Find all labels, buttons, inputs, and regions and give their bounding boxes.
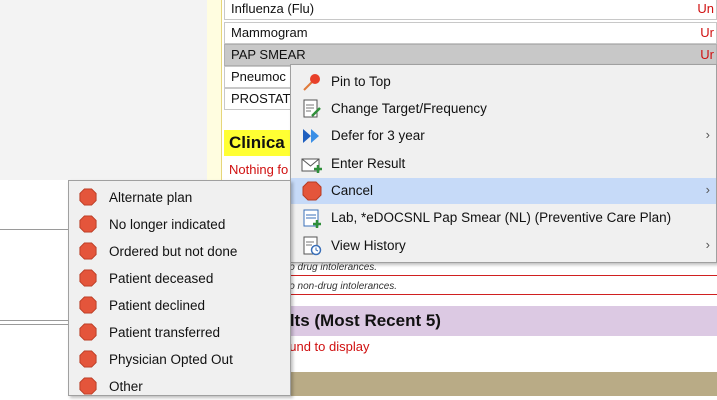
menu-item-label: View History xyxy=(331,238,406,253)
results-empty-text: ound to display xyxy=(282,339,370,354)
submenu-item-label: Ordered but not done xyxy=(109,244,238,259)
cancel-reason-submenu: Alternate plan No longer indicated Order… xyxy=(68,180,291,396)
submenu-item-physician-opted-out[interactable]: Physician Opted Out xyxy=(69,346,290,373)
clinical-section-header: Clinica xyxy=(224,130,296,156)
lab-order-icon xyxy=(301,208,323,228)
stop-icon xyxy=(79,188,99,208)
context-menu: Pin to Top Change Target/Frequency Defer… xyxy=(290,64,717,263)
drug-intolerance-text: No drug intolerances. xyxy=(282,262,378,273)
menu-item-label: Pin to Top xyxy=(331,74,391,89)
list-item-status: Ur xyxy=(700,47,714,62)
fast-forward-icon xyxy=(301,126,323,146)
submenu-item-label: Other xyxy=(109,379,143,394)
submenu-item-label: Physician Opted Out xyxy=(109,352,233,367)
stop-icon xyxy=(79,323,99,343)
list-item-name: Influenza (Flu) xyxy=(231,1,315,16)
allergy-divider xyxy=(282,294,717,295)
stop-icon xyxy=(79,242,99,262)
results-section-header: sults (Most Recent 5) xyxy=(270,306,717,336)
menu-item-pin-to-top[interactable]: Pin to Top xyxy=(291,69,716,95)
divider-line xyxy=(0,229,70,230)
menu-item-lab-order[interactable]: Lab, *eDOCSNL Pap Smear (NL) (Preventive… xyxy=(291,205,716,231)
submenu-item-label: Patient transferred xyxy=(109,325,221,340)
left-pane xyxy=(0,0,208,180)
menu-item-defer[interactable]: Defer for 3 year › xyxy=(291,123,716,149)
submenu-item-label: Patient deceased xyxy=(109,271,214,286)
menu-item-label: Enter Result xyxy=(331,156,406,171)
stop-icon xyxy=(301,181,323,201)
submenu-item-patient-declined[interactable]: Patient declined xyxy=(69,292,290,319)
submenu-item-patient-deceased[interactable]: Patient deceased xyxy=(69,265,290,292)
pin-icon xyxy=(301,72,323,92)
list-item-name: PROSTAT xyxy=(231,91,291,106)
submenu-arrow-icon: › xyxy=(705,237,710,252)
menu-item-label: Cancel xyxy=(331,183,374,198)
stop-icon xyxy=(79,350,99,370)
stop-icon xyxy=(79,269,99,289)
submenu-item-patient-transferred[interactable]: Patient transferred xyxy=(69,319,290,346)
submenu-item-label: Alternate plan xyxy=(109,190,193,205)
submenu-item-no-longer-indicated[interactable]: No longer indicated xyxy=(69,211,290,238)
list-item-influenza[interactable]: Influenza (Flu) Un xyxy=(224,0,717,20)
divider-line xyxy=(0,320,70,321)
menu-item-view-history[interactable]: View History › xyxy=(291,233,716,259)
submenu-item-label: No longer indicated xyxy=(109,217,226,232)
menu-item-change-target[interactable]: Change Target/Frequency xyxy=(291,96,716,122)
submenu-arrow-icon: › xyxy=(705,182,710,197)
list-item-status: Ur xyxy=(700,25,714,40)
history-document-icon xyxy=(301,236,323,256)
stop-icon xyxy=(79,296,99,316)
non-drug-intolerance-text: No non-drug intolerances. xyxy=(282,281,398,292)
column-separator xyxy=(207,0,222,185)
submenu-item-alternate-plan[interactable]: Alternate plan xyxy=(69,184,290,211)
list-item-name: Mammogram xyxy=(231,25,308,40)
list-item-status: Un xyxy=(697,1,714,16)
stop-icon xyxy=(79,215,99,235)
menu-item-label: Lab, *eDOCSNL Pap Smear (NL) (Preventive… xyxy=(331,210,672,225)
list-item-name: Pneumoc xyxy=(231,69,286,84)
divider-line xyxy=(0,324,70,325)
envelope-add-icon xyxy=(301,154,323,174)
menu-item-cancel[interactable]: Cancel › xyxy=(291,178,716,204)
list-item-pap-smear[interactable]: PAP SMEAR Ur xyxy=(224,44,717,66)
list-item-mammogram[interactable]: Mammogram Ur xyxy=(224,22,717,44)
edit-document-icon xyxy=(301,99,323,119)
clinical-empty-text: Nothing fo xyxy=(229,162,289,177)
menu-item-label: Defer for 3 year xyxy=(331,128,425,143)
submenu-arrow-icon: › xyxy=(705,127,710,142)
stop-icon xyxy=(79,377,99,397)
submenu-item-ordered-but-not-done[interactable]: Ordered but not done xyxy=(69,238,290,265)
allergy-divider xyxy=(282,275,717,276)
bottom-band xyxy=(270,372,717,396)
menu-item-enter-result[interactable]: Enter Result xyxy=(291,151,716,177)
list-item-name: PAP SMEAR xyxy=(231,47,306,62)
menu-item-label: Change Target/Frequency xyxy=(331,101,487,116)
submenu-item-label: Patient declined xyxy=(109,298,206,313)
